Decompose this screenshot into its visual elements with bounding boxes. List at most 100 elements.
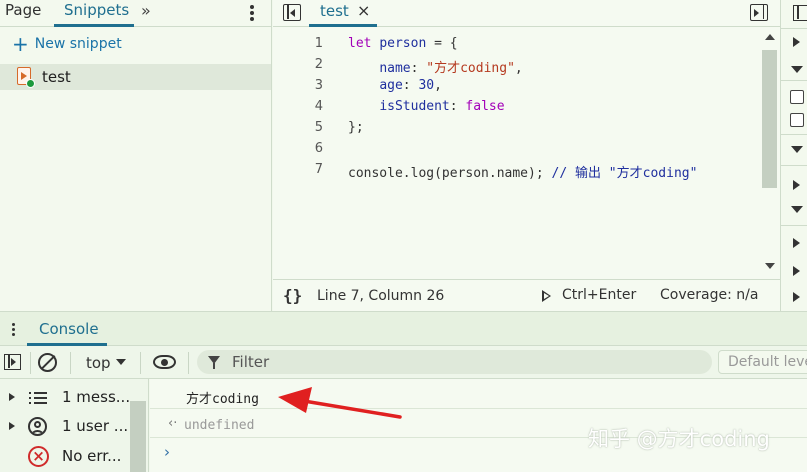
more-tabs-chevron-icon[interactable]: » [141, 1, 151, 20]
chevron-right-icon[interactable] [793, 266, 800, 276]
code-token: age [379, 78, 403, 93]
more-options-icon[interactable] [248, 3, 256, 23]
code-token: : [449, 99, 466, 114]
code-token: // 输出 "方才coding" [551, 166, 698, 181]
code-token: let [348, 36, 372, 51]
devtools-window: Page Snippets » + New snippet test test … [0, 0, 807, 472]
watermark: 知乎 @方才coding [588, 427, 770, 451]
scroll-thumb[interactable] [762, 50, 777, 188]
expand-arrow-icon[interactable] [9, 422, 15, 430]
annotation-arrow-icon [278, 387, 402, 419]
scroll-down-icon[interactable] [765, 263, 775, 269]
tab-console[interactable]: Console [39, 320, 99, 338]
active-tab-indicator [309, 24, 377, 27]
sidebar-item-errors[interactable]: × No err... [0, 442, 128, 470]
toggle-debugger-icon[interactable] [750, 4, 768, 21]
code-line[interactable]: 6 [273, 139, 760, 160]
line-content: isStudent: false [348, 99, 504, 114]
context-selector[interactable]: top [86, 354, 111, 372]
editor-file-tab[interactable]: test [320, 2, 349, 20]
chevron-right-icon[interactable] [793, 37, 800, 47]
editor-tab-bar: test × [273, 0, 780, 27]
snippet-name: test [42, 68, 71, 86]
code-line[interactable]: 1 let person = { [273, 34, 760, 55]
filter-input[interactable]: Filter [197, 350, 712, 374]
pretty-print-icon[interactable]: {} [283, 286, 302, 305]
filter-placeholder: Filter [232, 353, 270, 371]
code-token: 30 [418, 78, 435, 93]
tab-snippets[interactable]: Snippets [64, 1, 129, 19]
chevron-down-icon[interactable] [791, 206, 803, 213]
plus-icon: + [12, 32, 29, 56]
snippet-item-test[interactable]: test [0, 64, 271, 90]
snippet-file-icon [17, 67, 35, 88]
line-number: 2 [314, 57, 323, 72]
chevron-down-icon[interactable] [791, 66, 803, 73]
line-number: 1 [314, 36, 323, 51]
sources-sidebar: Page Snippets » + New snippet test [0, 0, 272, 311]
console-prompt-icon[interactable]: › [164, 443, 170, 461]
sidebar-item-label: No err... [62, 447, 122, 465]
toggle-navigator-icon[interactable] [283, 4, 301, 21]
sidebar-scrollbar[interactable] [130, 401, 146, 472]
editor-status-bar: {} Line 7, Column 26 Ctrl+Enter Coverage… [273, 279, 780, 311]
scroll-up-icon[interactable] [765, 34, 775, 40]
code-lines[interactable]: 1 let person = {2 name: "方才coding", 3 age:… [273, 34, 760, 181]
code-token: : [402, 78, 419, 93]
code-line[interactable]: 7 console.log(person.name); // 输出 "方才codi… [273, 160, 760, 181]
result-value[interactable]: undefined [184, 418, 254, 433]
debugger-pane [780, 0, 807, 311]
line-number: 4 [314, 99, 323, 114]
code-line[interactable]: 5}; [273, 118, 760, 139]
code-line[interactable]: 2 name: "方才coding", [273, 55, 760, 76]
sidebar-item-messages[interactable]: 1 mess... [0, 383, 131, 411]
log-levels-dropdown[interactable]: Default levels [718, 350, 807, 374]
new-snippet-button[interactable]: + New snippet [12, 32, 122, 56]
line-content: let person = { [348, 36, 458, 51]
tab-page[interactable]: Page [5, 1, 41, 19]
line-number: 3 [314, 78, 323, 93]
close-tab-icon[interactable]: × [357, 1, 370, 20]
code-line[interactable]: 3 age: 30, [273, 76, 760, 97]
log-levels-label: Default levels [728, 354, 807, 370]
line-content: age: 30, [348, 78, 442, 93]
code-token: isStudent [379, 99, 450, 114]
code-token: , [514, 61, 523, 76]
return-arrow-icon: ‹· [168, 416, 178, 431]
drawer-menu-icon[interactable] [9, 321, 17, 337]
live-expression-eye-icon[interactable] [153, 355, 176, 369]
line-content: console.log(person.name); // 输出 "方才codin… [348, 162, 697, 181]
line-content: name: "方才coding", [348, 57, 523, 76]
sidebar-item-label: 1 mess... [62, 388, 131, 406]
show-console-sidebar-icon[interactable] [4, 354, 21, 370]
expand-arrow-icon[interactable] [9, 393, 15, 401]
sidebar-item-user-messages[interactable]: 1 user ... [0, 412, 128, 440]
active-tab-indicator [54, 24, 134, 27]
line-number: 6 [314, 141, 323, 156]
filter-icon [208, 356, 220, 369]
chevron-right-icon[interactable] [793, 238, 800, 248]
code-token: = { [426, 36, 458, 51]
console-sidebar: 1 mess... 1 user ... × No err... [0, 379, 149, 472]
code-token: , [434, 78, 442, 93]
checkbox[interactable] [790, 90, 804, 104]
chevron-right-icon[interactable] [793, 292, 800, 302]
dropdown-caret-icon[interactable] [116, 359, 126, 365]
chevron-right-icon[interactable] [793, 180, 800, 190]
checkbox[interactable] [790, 113, 804, 127]
log-message[interactable]: 方才coding [186, 388, 259, 407]
code-token: "方才coding" [426, 61, 515, 76]
run-snippet-icon[interactable] [542, 290, 551, 302]
sidebar-item-label: 1 user ... [62, 417, 129, 435]
sources-tab-bar: Page Snippets » [0, 0, 271, 27]
drawer-tab-bar: Console [0, 311, 807, 346]
clear-console-icon[interactable] [38, 353, 57, 372]
code-line[interactable]: 4 isStudent: false [273, 97, 760, 118]
pane-toggle-icon[interactable] [793, 5, 807, 21]
run-shortcut-label[interactable]: Ctrl+Enter [562, 287, 636, 303]
editor-scrollbar[interactable] [760, 30, 780, 276]
chevron-down-icon[interactable] [791, 146, 803, 153]
